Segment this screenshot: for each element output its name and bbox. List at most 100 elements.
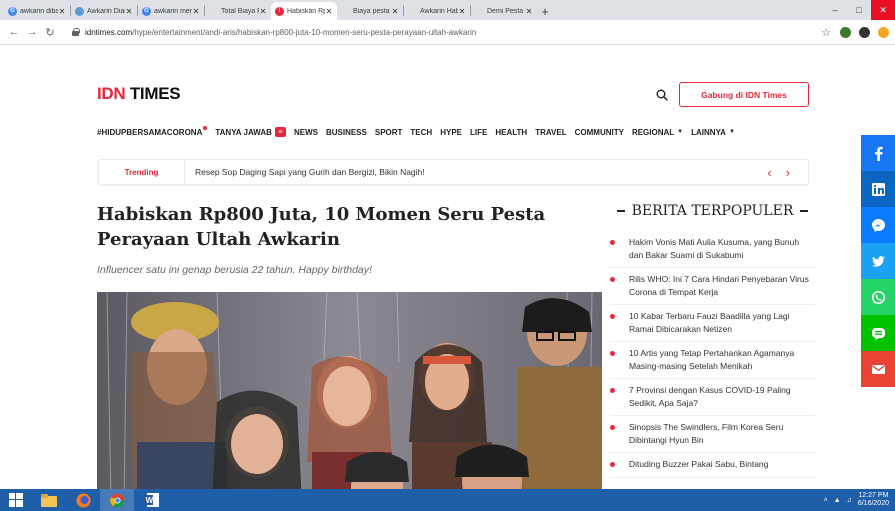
chevron-down-icon: ▼ bbox=[677, 129, 684, 135]
tab-close-icon[interactable]: ✕ bbox=[525, 7, 533, 16]
email-icon bbox=[871, 364, 885, 374]
new-tab-button[interactable]: + bbox=[537, 2, 553, 20]
browser-tab[interactable]: Awkarin Habis✕ bbox=[404, 2, 470, 20]
nav-item-label: LIFE bbox=[470, 127, 488, 137]
bookmark-star-icon[interactable]: ☆ bbox=[820, 26, 832, 39]
popular-news-item[interactable]: 7 Provinsi dengan Kasus COVID-19 Paling … bbox=[610, 379, 815, 416]
windows-start-icon[interactable] bbox=[0, 489, 32, 511]
browser-tab[interactable]: Total Biaya Pes✕ bbox=[205, 2, 271, 20]
tab-close-icon[interactable]: ✕ bbox=[325, 7, 333, 16]
browser-tab[interactable]: Gawkarin dibayar✕ bbox=[4, 2, 70, 20]
extension-icon[interactable] bbox=[840, 26, 851, 38]
tab-favicon-icon: ! bbox=[275, 6, 284, 16]
tab-title: awkarin meray bbox=[154, 7, 192, 15]
file-explorer-icon[interactable] bbox=[32, 489, 66, 511]
nav-item[interactable]: REGIONAL ▼ bbox=[632, 128, 683, 137]
popular-news-item[interactable]: 10 Artis yang Tetap Pertahankan Agamanya… bbox=[610, 342, 815, 379]
nav-item[interactable]: LAINNYA ▼ bbox=[691, 128, 735, 137]
nav-item[interactable]: HEALTH bbox=[495, 128, 527, 137]
browser-toolbar: ← → ↻ idntimes.com/hype/entertainment/an… bbox=[0, 20, 895, 45]
word-icon[interactable]: W bbox=[134, 489, 168, 511]
nav-item[interactable]: TECH bbox=[410, 128, 432, 137]
article-hero-image bbox=[97, 292, 602, 489]
tab-close-icon[interactable]: ✕ bbox=[58, 7, 66, 16]
forward-icon[interactable]: → bbox=[24, 23, 40, 41]
twitter-share-button[interactable] bbox=[861, 243, 895, 279]
tray-chevron-icon[interactable]: ˄ bbox=[824, 497, 828, 504]
nav-item-label: HEALTH bbox=[495, 127, 528, 137]
browser-tab[interactable]: Awkarin Diamu✕ bbox=[71, 2, 137, 20]
nav-item[interactable]: #HIDUPBERSAMACORONA bbox=[97, 126, 208, 137]
browser-tab[interactable]: Demi Pesta Ult✕ bbox=[471, 2, 537, 20]
nav-item-label: TANYA JAWAB bbox=[215, 127, 272, 137]
maximize-button[interactable]: □ bbox=[847, 0, 871, 20]
line-icon bbox=[871, 327, 885, 340]
nav-item[interactable]: TRAVEL bbox=[535, 128, 566, 137]
taskbar-clock[interactable]: 12:27 PM 6/16/2020 bbox=[858, 492, 889, 508]
address-bar[interactable]: idntimes.com/hype/entertainment/andi-ari… bbox=[66, 23, 811, 41]
nav-item[interactable]: LIFE bbox=[470, 128, 487, 137]
browser-tab[interactable]: !Habiskan Rp80✕ bbox=[271, 2, 337, 20]
profile-icon[interactable] bbox=[859, 26, 870, 38]
windows-taskbar: W ˄ ▲ ♫ 12:27 PM 6/16/2020 bbox=[0, 489, 895, 511]
chrome-icon[interactable] bbox=[100, 489, 134, 511]
line-share-button[interactable] bbox=[861, 315, 895, 351]
chevron-right-icon[interactable]: › bbox=[786, 165, 790, 180]
svg-text:W: W bbox=[145, 496, 153, 505]
nav-item-label: COMMUNITY bbox=[574, 127, 624, 137]
tab-close-icon[interactable]: ✕ bbox=[192, 7, 200, 16]
trending-headline[interactable]: Resep Sop Daging Sapi yang Gurih dan Ber… bbox=[185, 167, 767, 177]
idn-times-logo[interactable]: IDN TIMES bbox=[97, 84, 181, 104]
network-icon[interactable]: ▲ bbox=[834, 497, 841, 504]
sidebar-title: BERITA TERPOPULER bbox=[610, 203, 815, 219]
tab-favicon-icon bbox=[209, 6, 218, 16]
tab-favicon-icon bbox=[341, 6, 350, 16]
trending-label: Trending bbox=[99, 160, 185, 184]
tab-title: Biaya pesta ult bbox=[353, 7, 391, 15]
chevron-left-icon[interactable]: ‹ bbox=[767, 165, 771, 180]
nav-item-label: REGIONAL bbox=[631, 127, 675, 137]
back-icon[interactable]: ← bbox=[6, 23, 22, 41]
tab-favicon-icon: G bbox=[142, 6, 151, 16]
nav-item-label: TECH bbox=[410, 127, 433, 137]
new-dot-icon bbox=[203, 126, 208, 130]
extension-icon[interactable] bbox=[878, 26, 889, 38]
volume-icon[interactable]: ♫ bbox=[847, 497, 852, 504]
nav-item[interactable]: TANYA JAWAB ≡ bbox=[215, 127, 286, 137]
nav-item[interactable]: BUSINESS bbox=[326, 128, 367, 137]
facebook-share-button[interactable] bbox=[861, 135, 895, 171]
reload-icon[interactable]: ↻ bbox=[42, 23, 58, 41]
messenger-share-button[interactable] bbox=[861, 207, 895, 243]
nav-item[interactable]: SPORT bbox=[375, 128, 403, 137]
url-path: /hype/entertainment/andi-aris/habiskan-r… bbox=[132, 27, 477, 37]
firefox-icon[interactable] bbox=[66, 489, 100, 511]
minimize-button[interactable]: – bbox=[823, 0, 847, 20]
browser-tab[interactable]: Biaya pesta ult✕ bbox=[337, 2, 403, 20]
tab-title: Habiskan Rp80 bbox=[287, 7, 325, 15]
facebook-icon bbox=[874, 146, 883, 161]
popular-news-item[interactable]: Sinopsis The Swindlers, Film Korea Seru … bbox=[610, 416, 815, 453]
whatsapp-share-button[interactable] bbox=[861, 279, 895, 315]
search-icon[interactable] bbox=[656, 89, 668, 101]
join-idn-times-button[interactable]: Gabung di IDN Times bbox=[679, 82, 809, 107]
popular-news-item[interactable]: Hakim Vonis Mati Aulia Kusuma, yang Bunu… bbox=[610, 231, 815, 268]
tab-close-icon[interactable]: ✕ bbox=[391, 7, 399, 16]
nav-item-label: HYPE bbox=[440, 127, 462, 137]
nav-item[interactable]: NEWS bbox=[294, 128, 318, 137]
tab-close-icon[interactable]: ✕ bbox=[259, 7, 267, 16]
nav-item[interactable]: HYPE bbox=[440, 128, 462, 137]
tab-title: awkarin dibayar bbox=[20, 7, 58, 15]
email-share-button[interactable] bbox=[861, 351, 895, 387]
popular-news-item[interactable]: Dituding Buzzer Pakai Sabu, Bintang bbox=[610, 453, 815, 478]
url-host: idntimes.com bbox=[85, 27, 133, 37]
nav-item[interactable]: COMMUNITY bbox=[575, 128, 624, 137]
tab-close-icon[interactable]: ✕ bbox=[458, 7, 466, 16]
tab-strip: Gawkarin dibayar✕Awkarin Diamu✕Gawkarin … bbox=[0, 0, 895, 20]
close-window-button[interactable]: ✕ bbox=[871, 0, 895, 20]
tab-close-icon[interactable]: ✕ bbox=[125, 7, 133, 16]
browser-tab[interactable]: Gawkarin meray✕ bbox=[138, 2, 204, 20]
twitter-icon bbox=[871, 255, 885, 267]
popular-news-item[interactable]: Rilis WHO: Ini 7 Cara Hindari Penyebaran… bbox=[610, 268, 815, 305]
popular-news-item[interactable]: 10 Kabar Terbaru Fauzi Baadilla yang Lag… bbox=[610, 305, 815, 342]
linkedin-share-button[interactable] bbox=[861, 171, 895, 207]
